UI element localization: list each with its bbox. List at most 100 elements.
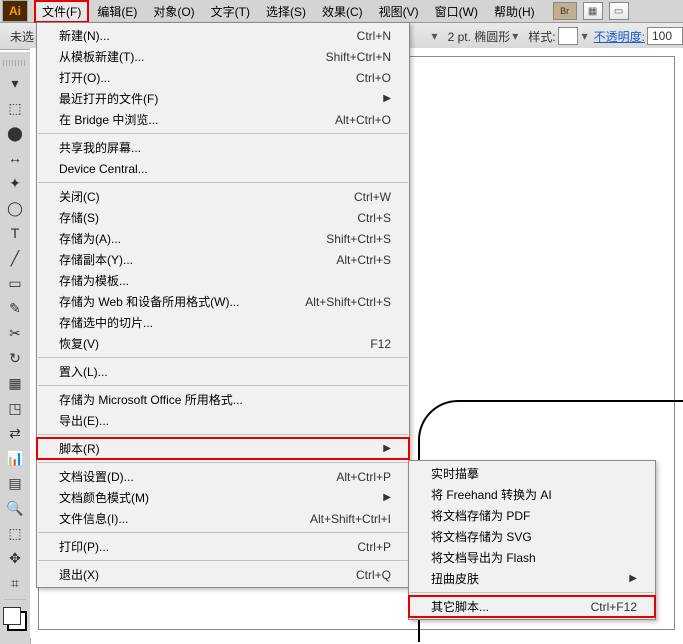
menu-item-label: 文档颜色模式(M) xyxy=(59,489,353,506)
menu-item-label: 共享我的屏幕... xyxy=(59,139,391,156)
bridge-button[interactable]: Br xyxy=(553,2,577,20)
menu-item-label: 其它脚本... xyxy=(431,598,561,615)
menu-item[interactable]: 文件信息(I)...Alt+Shift+Ctrl+I xyxy=(37,508,409,529)
tool-19[interactable]: ✥ xyxy=(3,546,27,570)
menu-item[interactable]: 其它脚本...Ctrl+F12 xyxy=(409,596,655,617)
menu-item-shortcut: Shift+Ctrl+N xyxy=(326,50,391,64)
menu-item[interactable]: 存储为 Microsoft Office 所用格式... xyxy=(37,389,409,410)
tool-3[interactable]: ↔ xyxy=(3,146,27,170)
menu-item[interactable]: 退出(X)Ctrl+Q xyxy=(37,564,409,585)
tool-9[interactable]: ✎ xyxy=(3,296,27,320)
opacity-input[interactable]: 100 xyxy=(647,27,683,45)
tool-11[interactable]: ↻ xyxy=(3,346,27,370)
tool-18[interactable]: ⬚ xyxy=(3,521,27,545)
menu-item-label: 存储为 Microsoft Office 所用格式... xyxy=(59,391,391,408)
menu-item[interactable]: 将文档导出为 Flash xyxy=(409,547,655,568)
menu-item[interactable]: 打开(O)...Ctrl+O xyxy=(37,67,409,88)
menu-item-label: 打开(O)... xyxy=(59,69,326,86)
menu-window[interactable]: 窗口(W) xyxy=(427,0,486,23)
menu-item-shortcut: Alt+Ctrl+P xyxy=(336,470,391,484)
menu-item[interactable]: 实时描摹 xyxy=(409,463,655,484)
screen-mode-icon[interactable]: ▭ xyxy=(609,2,629,20)
menu-item[interactable]: 存储副本(Y)...Alt+Ctrl+S xyxy=(37,249,409,270)
menu-type[interactable]: 文字(T) xyxy=(203,0,258,23)
tool-13[interactable]: ◳ xyxy=(3,396,27,420)
file-menu-dropdown: 新建(N)...Ctrl+N从模板新建(T)...Shift+Ctrl+N打开(… xyxy=(36,22,410,588)
menu-item[interactable]: 最近打开的文件(F) ▶ xyxy=(37,88,409,109)
menu-item[interactable]: 关闭(C) Ctrl+W xyxy=(37,186,409,207)
menu-separator xyxy=(38,532,408,533)
menu-bar: Ai 文件(F) 编辑(E) 对象(O) 文字(T) 选择(S) 效果(C) 视… xyxy=(0,0,683,23)
menu-item[interactable]: 导出(E)... xyxy=(37,410,409,431)
menu-view[interactable]: 视图(V) xyxy=(371,0,427,23)
menu-item-label: 新建(N)... xyxy=(59,27,327,44)
menu-item[interactable]: 存储选中的切片... xyxy=(37,312,409,333)
menu-item[interactable]: 置入(L)... xyxy=(37,361,409,382)
menu-item[interactable]: 扭曲皮肤▶ xyxy=(409,568,655,589)
menu-item[interactable]: 脚本(R) ▶ xyxy=(37,438,409,459)
menu-item[interactable]: 存储(S)Ctrl+S xyxy=(37,207,409,228)
style-caret-icon[interactable]: ▾ xyxy=(582,29,588,43)
tool-8[interactable]: ▭ xyxy=(3,271,27,295)
tool-0[interactable]: ▾ xyxy=(3,71,27,95)
menu-item[interactable]: 恢复(V)F12 xyxy=(37,333,409,354)
opacity-label[interactable]: 不透明度: xyxy=(594,28,645,45)
menu-separator xyxy=(38,434,408,435)
arrange-docs-icon[interactable]: ▦ xyxy=(583,2,603,20)
menu-item-label: 将文档存储为 PDF xyxy=(431,507,637,524)
submenu-arrow-icon: ▶ xyxy=(383,443,391,454)
menu-item[interactable]: Device Central... xyxy=(37,158,409,179)
menu-item[interactable]: 打印(P)...Ctrl+P xyxy=(37,536,409,557)
tool-10[interactable]: ✂ xyxy=(3,321,27,345)
menu-item[interactable]: 存储为模板... xyxy=(37,270,409,291)
menu-item[interactable]: 共享我的屏幕... xyxy=(37,137,409,158)
menu-edit[interactable]: 编辑(E) xyxy=(89,0,145,23)
tool-16[interactable]: ▤ xyxy=(3,471,27,495)
stroke-caret-icon[interactable]: ▾ xyxy=(432,29,438,43)
menu-item-label: 脚本(R) xyxy=(59,440,353,457)
palette-grip[interactable] xyxy=(3,60,27,66)
tool-5[interactable]: ◯ xyxy=(3,196,27,220)
menu-effect[interactable]: 效果(C) xyxy=(314,0,371,23)
menu-item-label: 文件信息(I)... xyxy=(59,510,280,527)
tool-14[interactable]: ⇄ xyxy=(3,421,27,445)
menu-item[interactable]: 从模板新建(T)...Shift+Ctrl+N xyxy=(37,46,409,67)
menu-separator xyxy=(38,357,408,358)
tool-4[interactable]: ✦ xyxy=(3,171,27,195)
tool-1[interactable]: ⬚ xyxy=(3,96,27,120)
tool-20[interactable]: ⌗ xyxy=(3,571,27,595)
menu-item[interactable]: 文档颜色模式(M)▶ xyxy=(37,487,409,508)
tool-palette: ▾⬚⬤↔✦◯T╱▭✎✂↻▦◳⇄📊▤🔍⬚✥⌗ xyxy=(0,52,31,644)
menu-file[interactable]: 文件(F) xyxy=(34,0,89,23)
style-swatch[interactable] xyxy=(558,27,578,45)
style-label: 样式: xyxy=(528,28,555,45)
menu-item[interactable]: 新建(N)...Ctrl+N xyxy=(37,25,409,46)
menu-object[interactable]: 对象(O) xyxy=(145,0,202,23)
menu-item[interactable]: 将 Freehand 转换为 AI xyxy=(409,484,655,505)
menu-help[interactable]: 帮助(H) xyxy=(486,0,543,23)
menu-item[interactable]: 将文档存储为 PDF xyxy=(409,505,655,526)
menu-select[interactable]: 选择(S) xyxy=(258,0,314,23)
tool-7[interactable]: ╱ xyxy=(3,246,27,270)
menu-item-shortcut: Alt+Shift+Ctrl+S xyxy=(305,295,391,309)
menu-item[interactable]: 存储为 Web 和设备所用格式(W)... Alt+Shift+Ctrl+S xyxy=(37,291,409,312)
tool-6[interactable]: T xyxy=(3,221,27,245)
tool-2[interactable]: ⬤ xyxy=(3,121,27,145)
color-selector[interactable] xyxy=(3,607,27,631)
menu-item-label: 在 Bridge 中浏览... xyxy=(59,111,305,128)
menu-item-label: 存储为 Web 和设备所用格式(W)... xyxy=(59,293,275,310)
menu-item-shortcut: Ctrl+W xyxy=(354,190,391,204)
tool-17[interactable]: 🔍 xyxy=(3,496,27,520)
stroke-profile[interactable]: 2 pt. 椭圆形 xyxy=(448,28,511,45)
menu-item-label: 关闭(C) xyxy=(59,188,324,205)
menu-item[interactable]: 存储为(A)...Shift+Ctrl+S xyxy=(37,228,409,249)
menu-item[interactable]: 将文档存储为 SVG xyxy=(409,526,655,547)
menu-item[interactable]: 在 Bridge 中浏览...Alt+Ctrl+O xyxy=(37,109,409,130)
stroke-profile-caret-icon[interactable]: ▾ xyxy=(512,29,518,43)
tool-15[interactable]: 📊 xyxy=(3,446,27,470)
menu-item[interactable]: 文档设置(D)...Alt+Ctrl+P xyxy=(37,466,409,487)
tool-12[interactable]: ▦ xyxy=(3,371,27,395)
submenu-arrow-icon: ▶ xyxy=(383,93,391,104)
menu-item-label: 最近打开的文件(F) xyxy=(59,90,353,107)
menu-item-label: 打印(P)... xyxy=(59,538,327,555)
